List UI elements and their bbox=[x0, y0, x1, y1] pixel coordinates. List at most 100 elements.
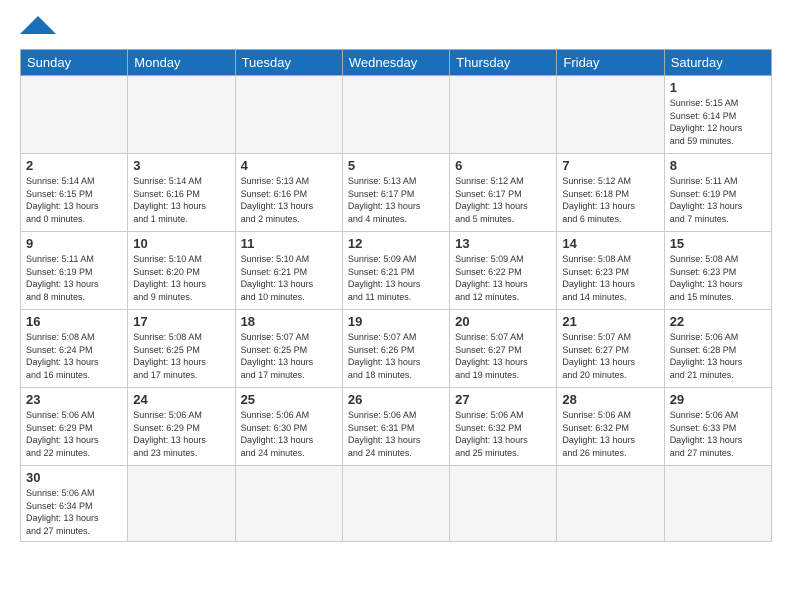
day-number: 1 bbox=[670, 80, 766, 95]
calendar-cell bbox=[557, 466, 664, 542]
calendar-cell: 25Sunrise: 5:06 AM Sunset: 6:30 PM Dayli… bbox=[235, 388, 342, 466]
calendar: SundayMondayTuesdayWednesdayThursdayFrid… bbox=[20, 49, 772, 542]
logo-icon bbox=[20, 16, 56, 34]
calendar-cell: 23 Sunrise: 5:06 AM Sunset: 6:29 PM Dayli… bbox=[21, 388, 128, 466]
day-info: Sunrise: 5:07 AM Sunset: 6:26 PM Dayligh… bbox=[348, 331, 444, 381]
calendar-cell: 17Sunrise: 5:08 AM Sunset: 6:25 PM Dayli… bbox=[128, 310, 235, 388]
day-info: Sunrise: 5:06 AM Sunset: 6:30 PM Dayligh… bbox=[241, 409, 337, 459]
calendar-cell bbox=[342, 466, 449, 542]
week-row-4: 16 Sunrise: 5:08 AM Sunset: 6:24 PM Dayli… bbox=[21, 310, 772, 388]
day-number: 24 bbox=[133, 392, 229, 407]
day-info: Sunrise: 5:14 AM Sunset: 6:16 PM Dayligh… bbox=[133, 175, 229, 225]
day-number: 11 bbox=[241, 236, 337, 251]
weekday-header-sunday: Sunday bbox=[21, 50, 128, 76]
calendar-cell: 7 Sunrise: 5:12 AM Sunset: 6:18 PM Daylig… bbox=[557, 154, 664, 232]
day-info: Sunrise: 5:07 AM Sunset: 6:25 PM Dayligh… bbox=[241, 331, 337, 381]
day-info: Sunrise: 5:06 AM Sunset: 6:33 PM Dayligh… bbox=[670, 409, 766, 459]
day-number: 9 bbox=[26, 236, 122, 251]
day-info: Sunrise: 5:08 AM Sunset: 6:24 PM Dayligh… bbox=[26, 331, 122, 381]
day-info: Sunrise: 5:13 AM Sunset: 6:17 PM Dayligh… bbox=[348, 175, 444, 225]
weekday-header-thursday: Thursday bbox=[450, 50, 557, 76]
day-info: Sunrise: 5:06 AM Sunset: 6:29 PM Dayligh… bbox=[133, 409, 229, 459]
calendar-cell: 12Sunrise: 5:09 AM Sunset: 6:21 PM Dayli… bbox=[342, 232, 449, 310]
day-info: Sunrise: 5:07 AM Sunset: 6:27 PM Dayligh… bbox=[562, 331, 658, 381]
day-info: Sunrise: 5:12 AM Sunset: 6:17 PM Dayligh… bbox=[455, 175, 551, 225]
calendar-cell bbox=[450, 466, 557, 542]
day-number: 19 bbox=[348, 314, 444, 329]
day-number: 8 bbox=[670, 158, 766, 173]
week-row-1: 1Sunrise: 5:15 AM Sunset: 6:14 PM Daylig… bbox=[21, 76, 772, 154]
day-number: 22 bbox=[670, 314, 766, 329]
calendar-cell: 18Sunrise: 5:07 AM Sunset: 6:25 PM Dayli… bbox=[235, 310, 342, 388]
day-info: Sunrise: 5:10 AM Sunset: 6:20 PM Dayligh… bbox=[133, 253, 229, 303]
day-info: Sunrise: 5:06 AM Sunset: 6:32 PM Dayligh… bbox=[562, 409, 658, 459]
day-number: 29 bbox=[670, 392, 766, 407]
page: SundayMondayTuesdayWednesdayThursdayFrid… bbox=[0, 0, 792, 552]
day-number: 21 bbox=[562, 314, 658, 329]
calendar-cell: 8Sunrise: 5:11 AM Sunset: 6:19 PM Daylig… bbox=[664, 154, 771, 232]
day-number: 23 bbox=[26, 392, 122, 407]
day-number: 13 bbox=[455, 236, 551, 251]
header bbox=[20, 16, 772, 39]
day-number: 30 bbox=[26, 470, 122, 485]
day-number: 6 bbox=[455, 158, 551, 173]
calendar-cell bbox=[235, 76, 342, 154]
calendar-cell bbox=[128, 466, 235, 542]
calendar-cell: 5 Sunrise: 5:13 AM Sunset: 6:17 PM Daylig… bbox=[342, 154, 449, 232]
logo bbox=[20, 16, 56, 39]
calendar-cell: 10Sunrise: 5:10 AM Sunset: 6:20 PM Dayli… bbox=[128, 232, 235, 310]
day-info: Sunrise: 5:06 AM Sunset: 6:34 PM Dayligh… bbox=[26, 487, 122, 537]
day-number: 3 bbox=[133, 158, 229, 173]
day-info: Sunrise: 5:11 AM Sunset: 6:19 PM Dayligh… bbox=[26, 253, 122, 303]
day-number: 15 bbox=[670, 236, 766, 251]
day-number: 14 bbox=[562, 236, 658, 251]
calendar-cell: 27Sunrise: 5:06 AM Sunset: 6:32 PM Dayli… bbox=[450, 388, 557, 466]
calendar-cell: 28 Sunrise: 5:06 AM Sunset: 6:32 PM Dayli… bbox=[557, 388, 664, 466]
weekday-header-wednesday: Wednesday bbox=[342, 50, 449, 76]
day-info: Sunrise: 5:09 AM Sunset: 6:22 PM Dayligh… bbox=[455, 253, 551, 303]
calendar-cell: 4Sunrise: 5:13 AM Sunset: 6:16 PM Daylig… bbox=[235, 154, 342, 232]
day-info: Sunrise: 5:08 AM Sunset: 6:25 PM Dayligh… bbox=[133, 331, 229, 381]
day-number: 26 bbox=[348, 392, 444, 407]
weekday-header-monday: Monday bbox=[128, 50, 235, 76]
calendar-cell: 13 Sunrise: 5:09 AM Sunset: 6:22 PM Dayli… bbox=[450, 232, 557, 310]
day-number: 4 bbox=[241, 158, 337, 173]
weekday-header-row: SundayMondayTuesdayWednesdayThursdayFrid… bbox=[21, 50, 772, 76]
day-info: Sunrise: 5:08 AM Sunset: 6:23 PM Dayligh… bbox=[562, 253, 658, 303]
week-row-3: 9 Sunrise: 5:11 AM Sunset: 6:19 PM Daylig… bbox=[21, 232, 772, 310]
calendar-cell: 6 Sunrise: 5:12 AM Sunset: 6:17 PM Daylig… bbox=[450, 154, 557, 232]
calendar-cell bbox=[557, 76, 664, 154]
calendar-cell: 1Sunrise: 5:15 AM Sunset: 6:14 PM Daylig… bbox=[664, 76, 771, 154]
calendar-cell bbox=[342, 76, 449, 154]
calendar-cell: 2 Sunrise: 5:14 AM Sunset: 6:15 PM Daylig… bbox=[21, 154, 128, 232]
calendar-cell bbox=[235, 466, 342, 542]
calendar-cell: 29 Sunrise: 5:06 AM Sunset: 6:33 PM Dayli… bbox=[664, 388, 771, 466]
calendar-cell: 15 Sunrise: 5:08 AM Sunset: 6:23 PM Dayli… bbox=[664, 232, 771, 310]
day-number: 16 bbox=[26, 314, 122, 329]
day-info: Sunrise: 5:06 AM Sunset: 6:29 PM Dayligh… bbox=[26, 409, 122, 459]
calendar-cell: 11Sunrise: 5:10 AM Sunset: 6:21 PM Dayli… bbox=[235, 232, 342, 310]
day-number: 5 bbox=[348, 158, 444, 173]
day-info: Sunrise: 5:06 AM Sunset: 6:31 PM Dayligh… bbox=[348, 409, 444, 459]
calendar-cell: 30 Sunrise: 5:06 AM Sunset: 6:34 PM Dayli… bbox=[21, 466, 128, 542]
calendar-cell: 21 Sunrise: 5:07 AM Sunset: 6:27 PM Dayli… bbox=[557, 310, 664, 388]
day-info: Sunrise: 5:08 AM Sunset: 6:23 PM Dayligh… bbox=[670, 253, 766, 303]
calendar-cell: 16 Sunrise: 5:08 AM Sunset: 6:24 PM Dayli… bbox=[21, 310, 128, 388]
weekday-header-friday: Friday bbox=[557, 50, 664, 76]
day-number: 28 bbox=[562, 392, 658, 407]
day-number: 7 bbox=[562, 158, 658, 173]
day-number: 2 bbox=[26, 158, 122, 173]
calendar-cell: 22 Sunrise: 5:06 AM Sunset: 6:28 PM Dayli… bbox=[664, 310, 771, 388]
weekday-header-saturday: Saturday bbox=[664, 50, 771, 76]
calendar-cell: 26 Sunrise: 5:06 AM Sunset: 6:31 PM Dayli… bbox=[342, 388, 449, 466]
calendar-cell: 3 Sunrise: 5:14 AM Sunset: 6:16 PM Daylig… bbox=[128, 154, 235, 232]
day-info: Sunrise: 5:09 AM Sunset: 6:21 PM Dayligh… bbox=[348, 253, 444, 303]
calendar-cell bbox=[664, 466, 771, 542]
day-info: Sunrise: 5:14 AM Sunset: 6:15 PM Dayligh… bbox=[26, 175, 122, 225]
week-row-2: 2 Sunrise: 5:14 AM Sunset: 6:15 PM Daylig… bbox=[21, 154, 772, 232]
calendar-cell bbox=[21, 76, 128, 154]
weekday-header-tuesday: Tuesday bbox=[235, 50, 342, 76]
calendar-cell bbox=[128, 76, 235, 154]
day-info: Sunrise: 5:12 AM Sunset: 6:18 PM Dayligh… bbox=[562, 175, 658, 225]
day-info: Sunrise: 5:06 AM Sunset: 6:28 PM Dayligh… bbox=[670, 331, 766, 381]
